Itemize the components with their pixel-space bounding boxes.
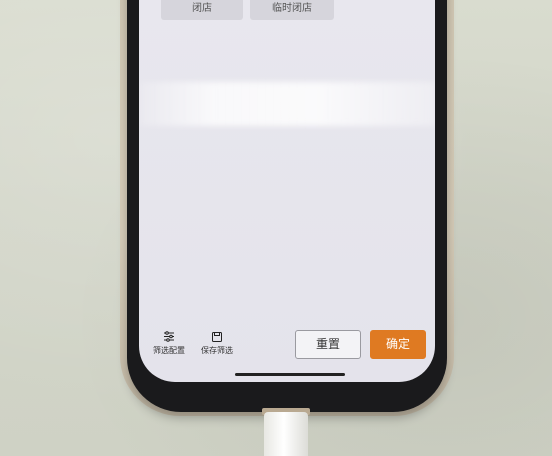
filter-action-bar: 筛选配置 保存筛选 重置 确定 — [139, 318, 435, 382]
phone-screen: 闭店 临时闭店 筛选配置 保存筛选 重置 确定 — [139, 0, 435, 382]
filter-config-button[interactable]: 筛选配置 — [149, 331, 189, 356]
save-filter-button[interactable]: 保存筛选 — [197, 331, 237, 356]
confirm-button[interactable]: 确定 — [370, 330, 426, 359]
light-glare — [139, 82, 435, 126]
home-indicator[interactable] — [235, 373, 345, 376]
sliders-icon — [149, 331, 189, 345]
filter-config-label: 筛选配置 — [153, 346, 185, 355]
reset-button[interactable]: 重置 — [295, 330, 361, 359]
charging-cable — [264, 412, 308, 456]
save-filter-label: 保存筛选 — [201, 346, 233, 355]
save-icon — [197, 331, 237, 345]
filter-chip-temp-closed[interactable]: 临时闭店 — [250, 0, 334, 20]
filter-chip-closed[interactable]: 闭店 — [161, 0, 243, 20]
